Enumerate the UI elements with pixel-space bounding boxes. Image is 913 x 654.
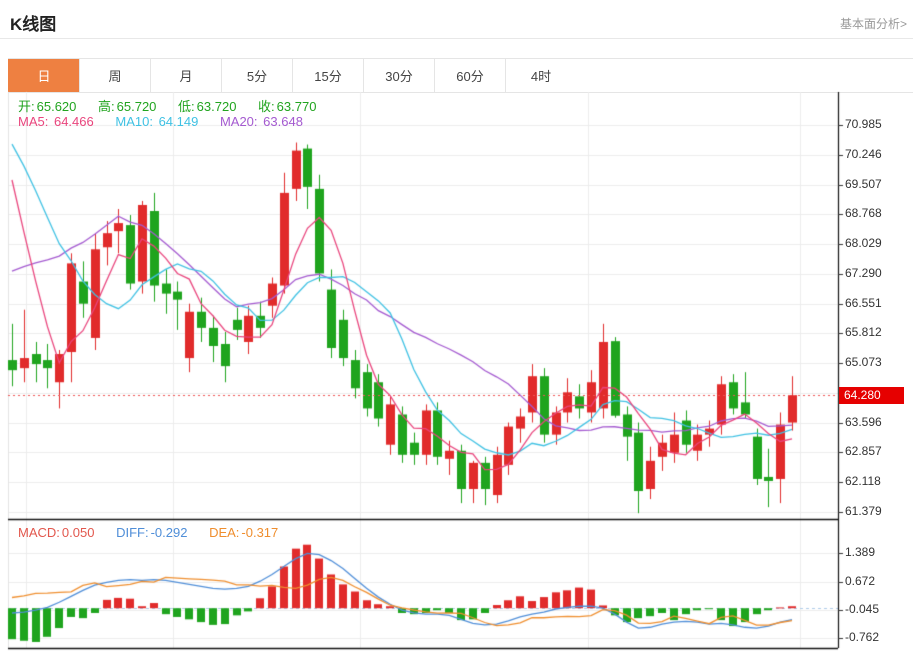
main-axis-tick-label: 70.985 <box>845 117 882 131</box>
macd-axis-tick-label: 0.672 <box>845 574 875 588</box>
main-axis-tick-label: 61.379 <box>845 504 882 518</box>
kline-widget: K线图 基本面分析> 日 周 月 5分 15分 30分 60分 4时 开:65.… <box>0 0 913 654</box>
macd-axis-tick-label: -0.762 <box>845 630 879 644</box>
ma10-value: MA10: 64.149 <box>115 114 198 129</box>
ohlc-legend: 开:65.620 高:65.720 低:63.720 收:63.770 <box>18 96 334 115</box>
main-axis-tick-label: 69.507 <box>845 177 882 191</box>
main-axis-tick-label: 67.290 <box>845 266 882 280</box>
macd-legend: MACD:0.050 DIFF:-0.292 DEA:-0.317 <box>18 525 296 540</box>
current-price-badge: 64.280 <box>839 387 904 404</box>
main-axis-tick-label: 62.857 <box>845 444 882 458</box>
close-value: 收:63.770 <box>258 99 316 114</box>
diff-value: DIFF:-0.292 <box>116 525 187 540</box>
main-axis-tick-label: 68.029 <box>845 236 882 250</box>
high-value: 高:65.720 <box>98 99 156 114</box>
main-axis-tick-label: 65.073 <box>845 355 882 369</box>
low-value: 低:63.720 <box>178 99 236 114</box>
dea-value: DEA:-0.317 <box>209 525 278 540</box>
main-axis-tick-label: 68.768 <box>845 206 882 220</box>
main-axis-tick-label: 65.812 <box>845 325 882 339</box>
macd-value: MACD:0.050 <box>18 525 94 540</box>
main-axis-tick-label: 63.596 <box>845 415 882 429</box>
main-axis-tick-label: 66.551 <box>845 296 882 310</box>
ma-legend: MA5: 64.466 MA10: 64.149 MA20: 63.648 <box>18 114 321 129</box>
ma20-value: MA20: 63.648 <box>220 114 303 129</box>
ma5-value: MA5: 64.466 <box>18 114 94 129</box>
main-axis-tick-label: 70.246 <box>845 147 882 161</box>
open-value: 开:65.620 <box>18 99 76 114</box>
macd-axis-tick-label: -0.045 <box>845 602 879 616</box>
macd-axis-tick-label: 1.389 <box>845 545 875 559</box>
main-axis-tick-label: 62.118 <box>845 474 881 488</box>
